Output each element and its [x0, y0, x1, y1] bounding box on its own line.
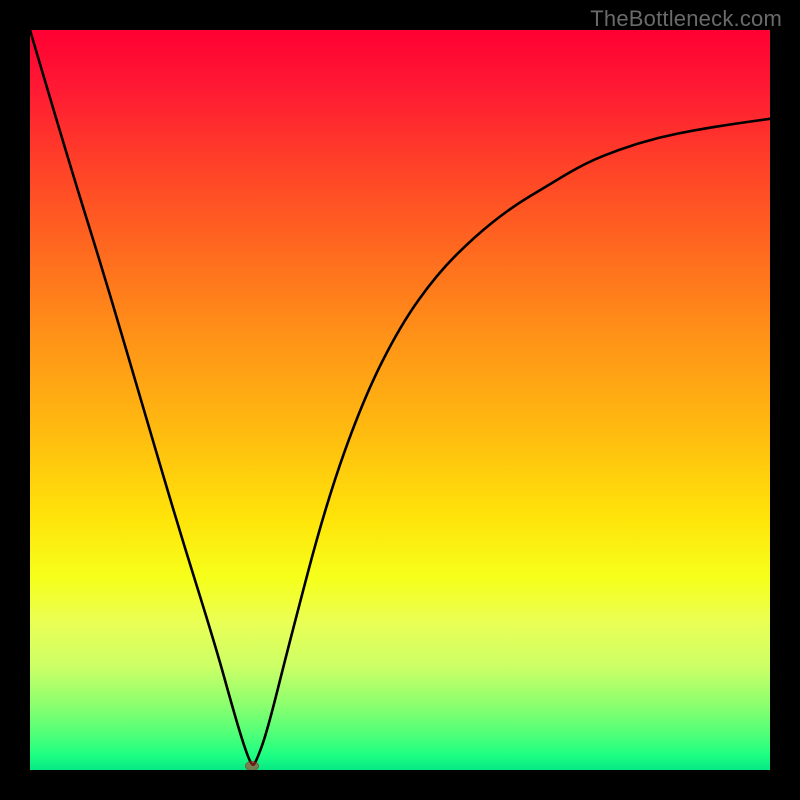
plot-area [30, 30, 770, 770]
chart-frame: TheBottleneck.com [0, 0, 800, 800]
watermark-text: TheBottleneck.com [590, 6, 782, 32]
minimum-marker [245, 761, 259, 770]
bottleneck-curve [30, 30, 770, 770]
